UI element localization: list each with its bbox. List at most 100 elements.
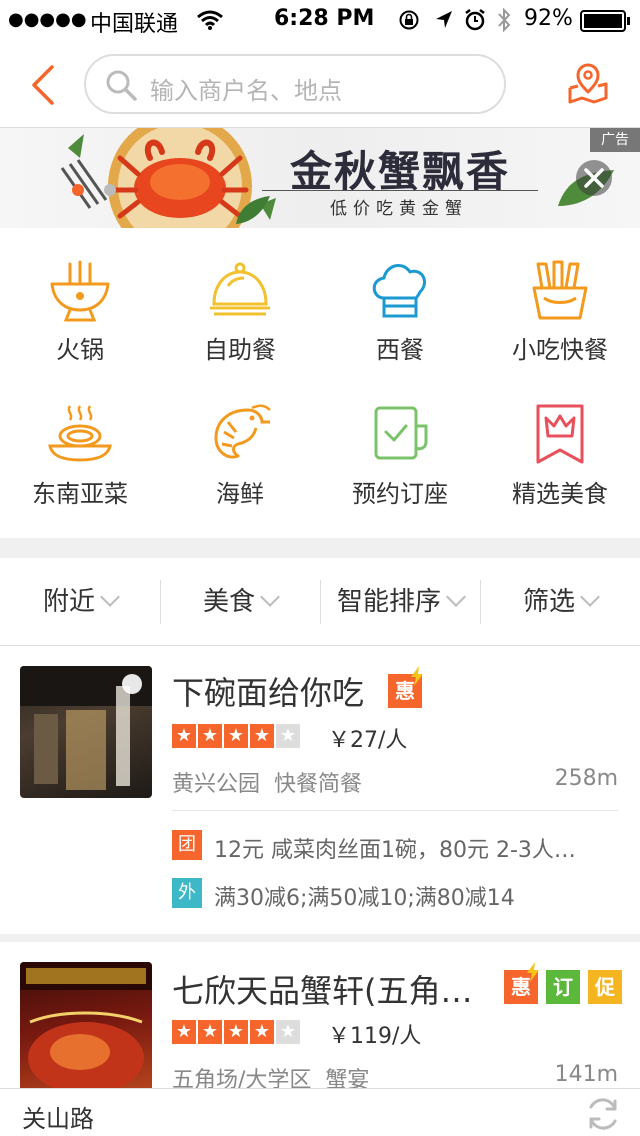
rotation-lock-icon bbox=[399, 10, 419, 30]
star-icon bbox=[250, 1020, 274, 1044]
signal-strength: ●●●●● bbox=[8, 9, 87, 30]
search-placeholder: 输入商户名、地点 bbox=[150, 77, 342, 105]
category-label: 东南亚菜 bbox=[32, 480, 128, 508]
star-icon bbox=[198, 1020, 222, 1044]
restaurant-meta: 黄兴公园 快餐简餐 bbox=[172, 766, 362, 798]
rating-stars bbox=[172, 1020, 302, 1044]
restaurant-area: 五角场/大学区 bbox=[172, 1068, 312, 1088]
battery-icon bbox=[580, 10, 630, 32]
banner-subtitle: 低价吃黄金蟹 bbox=[330, 199, 468, 219]
category-label: 精选美食 bbox=[512, 480, 608, 508]
hotpot-icon bbox=[50, 260, 110, 322]
leaf-icon bbox=[236, 196, 270, 224]
status-bar: ●●●●● 中国联通 6:28 PM 92% bbox=[0, 0, 640, 40]
restaurant-thumbnail bbox=[20, 962, 152, 1088]
search-input[interactable]: 输入商户名、地点 bbox=[84, 54, 506, 114]
star-empty-icon bbox=[276, 724, 300, 748]
distance: 258m bbox=[554, 766, 618, 791]
clock: 6:28 PM bbox=[274, 6, 375, 31]
restaurant-card[interactable]: 下碗面给你吃 惠 ￥27/人 黄兴公园 快餐简餐 258m 团 12元 咸菜肉丝… bbox=[0, 646, 640, 934]
wifi-icon bbox=[197, 10, 223, 30]
lightning-icon bbox=[411, 666, 423, 686]
filter-nearby[interactable]: 附近 bbox=[0, 558, 160, 646]
category-western[interactable]: 西餐 bbox=[320, 258, 480, 365]
restaurant-meta: 五角场/大学区 蟹宴 bbox=[172, 1062, 369, 1088]
chef-hat-icon bbox=[372, 263, 426, 318]
card-divider bbox=[172, 810, 618, 811]
search-icon bbox=[106, 70, 137, 101]
shrimp-icon bbox=[214, 404, 271, 459]
category-label: 海鲜 bbox=[216, 480, 264, 508]
category-snacks[interactable]: 小吃快餐 bbox=[480, 258, 640, 365]
buffet-cloche-icon bbox=[210, 262, 270, 316]
star-icon bbox=[224, 724, 248, 748]
location-arrow-icon bbox=[436, 11, 452, 28]
category-hotpot[interactable]: 火锅 bbox=[0, 258, 160, 365]
distance: 141m bbox=[554, 1062, 618, 1087]
filter-bar: 附近 美食 智能排序 筛选 bbox=[0, 558, 640, 646]
filter-label: 筛选 bbox=[522, 587, 575, 617]
nav-bar: 输入商户名、地点 bbox=[0, 40, 640, 128]
restaurant-name: 下碗面给你吃 bbox=[172, 674, 365, 712]
crab-dish-photo bbox=[20, 962, 152, 1088]
current-location: 关山路 bbox=[22, 1105, 94, 1133]
chevron-down-icon bbox=[260, 587, 280, 607]
star-icon bbox=[172, 724, 196, 748]
category-featured[interactable]: 精选美食 bbox=[480, 402, 640, 509]
avg-price: ￥27/人 bbox=[328, 728, 408, 753]
carrier-name: 中国联通 bbox=[90, 12, 179, 37]
chevron-down-icon bbox=[446, 587, 466, 607]
star-icon bbox=[224, 1020, 248, 1044]
category-label: 火锅 bbox=[56, 336, 104, 364]
ad-label: 广告 bbox=[590, 128, 640, 152]
category-reservation[interactable]: 预约订座 bbox=[320, 402, 480, 509]
takeout-deal-text[interactable]: 满30减6;满50减10;满80减14 bbox=[214, 880, 515, 912]
group-deal-tag: 团 bbox=[172, 830, 202, 860]
restaurant-area: 黄兴公园 bbox=[172, 772, 261, 797]
filter-sort[interactable]: 智能排序 bbox=[320, 558, 480, 646]
back-arrow-icon[interactable] bbox=[28, 64, 56, 106]
fries-icon bbox=[532, 260, 588, 320]
filter-label: 附近 bbox=[42, 587, 95, 617]
crown-bookmark-icon bbox=[536, 404, 584, 464]
rating-stars bbox=[172, 724, 302, 748]
chevron-down-icon bbox=[580, 587, 600, 607]
carousel-dot-active bbox=[72, 184, 84, 196]
star-icon bbox=[198, 724, 222, 748]
restaurant-category: 蟹宴 bbox=[325, 1068, 370, 1088]
filter-food[interactable]: 美食 bbox=[160, 558, 320, 646]
promo-banner[interactable]: 金秋蟹飘香 低价吃黄金蟹 广告 bbox=[0, 128, 640, 228]
restaurant-thumbnail bbox=[20, 666, 152, 798]
alarm-icon bbox=[465, 9, 485, 31]
lightning-icon bbox=[527, 962, 539, 982]
filter-screen[interactable]: 筛选 bbox=[480, 558, 640, 646]
star-icon bbox=[250, 724, 274, 748]
takeout-deal-tag: 外 bbox=[172, 878, 202, 908]
refresh-icon[interactable] bbox=[584, 1095, 622, 1133]
promo-badge: 促 bbox=[588, 970, 622, 1004]
star-icon bbox=[172, 1020, 196, 1044]
category-southeast-asian[interactable]: 东南亚菜 bbox=[0, 402, 160, 509]
category-label: 自助餐 bbox=[204, 336, 276, 364]
banner-divider bbox=[262, 190, 538, 191]
category-label: 预约订座 bbox=[352, 480, 448, 508]
filter-label: 智能排序 bbox=[336, 587, 441, 617]
battery-percent: 92% bbox=[524, 6, 573, 31]
carousel-dot bbox=[104, 184, 116, 196]
category-grid: 火锅 自助餐 西餐 小吃快餐 东南亚菜 海鲜 预约订座 精选美食 bbox=[0, 228, 640, 538]
bluetooth-icon bbox=[498, 7, 511, 33]
storefront-photo bbox=[20, 666, 152, 790]
restaurant-category: 快餐简餐 bbox=[274, 772, 363, 797]
filter-label: 美食 bbox=[202, 587, 255, 617]
current-location-bar: 关山路 bbox=[0, 1088, 640, 1136]
map-location-icon[interactable] bbox=[566, 62, 610, 106]
noodle-bowl-icon bbox=[48, 405, 112, 462]
category-buffet[interactable]: 自助餐 bbox=[160, 258, 320, 365]
booking-badge: 订 bbox=[546, 970, 580, 1004]
category-label: 小吃快餐 bbox=[512, 336, 608, 364]
restaurant-card[interactable]: 七欣天品蟹轩(五角… 惠 订 促 ￥119/人 五角场/大学区 蟹宴 141m bbox=[0, 942, 640, 1088]
close-icon[interactable] bbox=[574, 158, 614, 198]
chevron-down-icon bbox=[100, 587, 120, 607]
category-seafood[interactable]: 海鲜 bbox=[160, 402, 320, 509]
group-deal-text[interactable]: 12元 咸菜肉丝面1碗，80元 2-3人… bbox=[214, 832, 576, 864]
